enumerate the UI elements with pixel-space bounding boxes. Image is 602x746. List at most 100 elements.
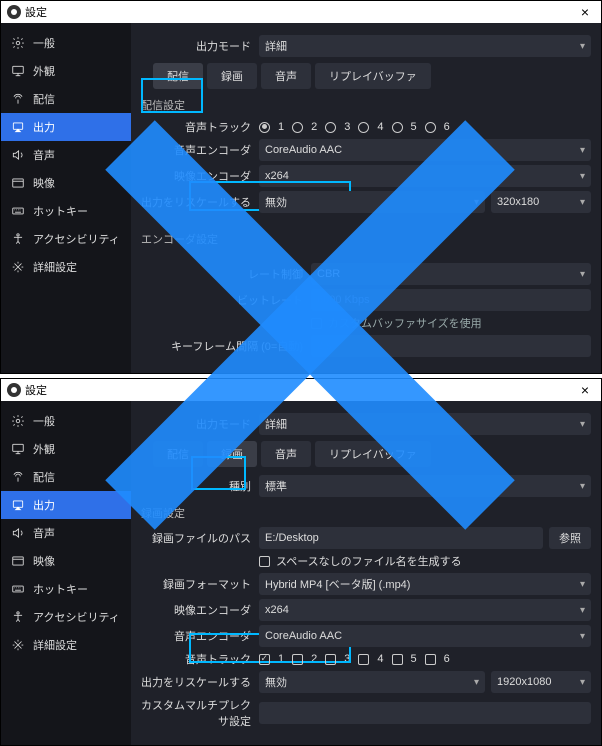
- sidebar-item-stream[interactable]: 配信: [1, 85, 131, 113]
- nospace-filename-check[interactable]: [259, 556, 270, 567]
- rescale-dim-select[interactable]: 1920x1080: [491, 671, 591, 693]
- track-check-5[interactable]: [392, 654, 403, 665]
- sidebar-item-label: 配信: [33, 91, 55, 107]
- track-check-4[interactable]: [358, 654, 369, 665]
- stream-settings-title: 配信設定: [141, 97, 591, 113]
- record-type-select[interactable]: 標準: [259, 475, 591, 497]
- output-mode-select[interactable]: 詳細: [259, 413, 591, 435]
- sidebar-item-audio[interactable]: 音声: [1, 141, 131, 169]
- track-radio-6[interactable]: [425, 122, 436, 133]
- track-check-2[interactable]: [292, 654, 303, 665]
- sidebar: 一般 外観 配信 出力 音声 映像 ホットキー アクセシビリティ 詳細設定: [1, 23, 131, 373]
- sidebar-item-appearance[interactable]: 外観: [1, 435, 131, 463]
- video-encoder-label: 映像エンコーダ: [141, 602, 259, 618]
- sidebar-item-accessibility[interactable]: アクセシビリティ: [1, 225, 131, 253]
- sidebar-item-general[interactable]: 一般: [1, 29, 131, 57]
- tools-icon: [11, 638, 25, 652]
- sidebar-item-hotkeys[interactable]: ホットキー: [1, 575, 131, 603]
- main-content: 出力モード 詳細 配信 録画 音声 リプレイバッファ 種別 標準 録画設定 録画…: [131, 401, 601, 745]
- main-content: 出力モード 詳細 配信 録画 音声 リプレイバッファ 配信設定 音声トラック 1…: [131, 23, 601, 373]
- titlebar: 設定 ×: [1, 1, 601, 23]
- record-path-label: 録画ファイルのパス: [141, 530, 259, 546]
- app-icon: [7, 5, 21, 19]
- video-icon: [11, 176, 25, 190]
- tab-audio[interactable]: 音声: [261, 63, 311, 89]
- gear-icon: [11, 414, 25, 428]
- track-check-3[interactable]: [325, 654, 336, 665]
- sidebar-item-accessibility[interactable]: アクセシビリティ: [1, 603, 131, 631]
- track-check-6[interactable]: [425, 654, 436, 665]
- keyframe-label: キーフレーム間隔 (0=自動): [141, 338, 311, 354]
- close-button[interactable]: ×: [575, 382, 595, 398]
- track-radio-5[interactable]: [392, 122, 403, 133]
- tab-record[interactable]: 録画: [207, 63, 257, 89]
- sidebar-item-output[interactable]: 出力: [1, 113, 131, 141]
- rescale-dim-select[interactable]: 320x180: [491, 191, 591, 213]
- sidebar-item-appearance[interactable]: 外観: [1, 57, 131, 85]
- antenna-icon: [11, 92, 25, 106]
- record-path-input[interactable]: E:/Desktop: [259, 527, 543, 549]
- output-mode-label: 出力モード: [141, 38, 259, 54]
- audio-track-radios: 1 2 3 4 5 6: [259, 121, 591, 133]
- sidebar-item-audio[interactable]: 音声: [1, 519, 131, 547]
- sidebar-item-video[interactable]: 映像: [1, 169, 131, 197]
- rescale-select[interactable]: 無効: [259, 671, 485, 693]
- audio-encoder-select[interactable]: CoreAudio AAC: [259, 139, 591, 161]
- record-format-select[interactable]: Hybrid MP4 [ベータ版] (.mp4): [259, 573, 591, 595]
- output-icon: [11, 120, 25, 134]
- rescale-label: 出力をリスケールする: [141, 674, 259, 690]
- window-title: 設定: [25, 382, 47, 398]
- tools-icon: [11, 260, 25, 274]
- sidebar: 一般 外観 配信 出力 音声 映像 ホットキー アクセシビリティ 詳細設定: [1, 401, 131, 745]
- sidebar-item-label: アクセシビリティ: [33, 231, 120, 247]
- custom-buffer-label: カスタムバッファサイズを使用: [328, 315, 482, 331]
- track-check-1[interactable]: [259, 654, 270, 665]
- track-radio-4[interactable]: [358, 122, 369, 133]
- track-radio-3[interactable]: [325, 122, 336, 133]
- rescale-select[interactable]: 無効: [259, 191, 485, 213]
- video-encoder-select[interactable]: x264: [259, 599, 591, 621]
- settings-window-bottom: 設定 × 一般 外観 配信 出力 音声 映像 ホットキー アクセシビリティ 詳細…: [0, 378, 602, 746]
- audio-track-label: 音声トラック: [141, 119, 259, 135]
- output-icon: [11, 498, 25, 512]
- record-format-label: 録画フォーマット: [141, 576, 259, 592]
- mux-label: カスタムマルチプレクサ設定: [141, 697, 259, 729]
- custom-buffer-check[interactable]: [311, 318, 322, 329]
- bitrate-input[interactable]: 6000 Kbps: [311, 289, 591, 311]
- antenna-icon: [11, 470, 25, 484]
- speaker-icon: [11, 526, 25, 540]
- tab-replay[interactable]: リプレイバッファ: [315, 441, 431, 467]
- nospace-filename-label: スペースなしのファイル名を生成する: [276, 553, 462, 569]
- sidebar-item-output[interactable]: 出力: [1, 491, 131, 519]
- track-radio-2[interactable]: [292, 122, 303, 133]
- sidebar-item-hotkeys[interactable]: ホットキー: [1, 197, 131, 225]
- mux-input[interactable]: [259, 702, 591, 724]
- accessibility-icon: [11, 232, 25, 246]
- encoder-settings-title: エンコーダ設定: [141, 231, 591, 247]
- gear-icon: [11, 36, 25, 50]
- sidebar-item-label: 一般: [33, 35, 55, 51]
- close-button[interactable]: ×: [575, 4, 595, 20]
- rate-control-select[interactable]: CBR: [311, 263, 591, 285]
- bitrate-label: ビットレート: [141, 292, 311, 308]
- tab-audio[interactable]: 音声: [261, 441, 311, 467]
- keyframe-input[interactable]: 2 s: [311, 335, 591, 357]
- titlebar: 設定 ×: [1, 379, 601, 401]
- sidebar-item-advanced[interactable]: 詳細設定: [1, 631, 131, 659]
- rate-control-label: レート制御: [141, 266, 311, 282]
- browse-button[interactable]: 参照: [549, 527, 591, 549]
- tab-replay[interactable]: リプレイバッファ: [315, 63, 431, 89]
- sidebar-item-stream[interactable]: 配信: [1, 463, 131, 491]
- window-title: 設定: [25, 4, 47, 20]
- sidebar-item-label: 詳細設定: [33, 259, 77, 275]
- audio-encoder-select[interactable]: CoreAudio AAC: [259, 625, 591, 647]
- sidebar-item-advanced[interactable]: 詳細設定: [1, 253, 131, 281]
- sidebar-item-video[interactable]: 映像: [1, 547, 131, 575]
- track-radio-1[interactable]: [259, 122, 270, 133]
- output-tabs: 配信 録画 音声 リプレイバッファ: [153, 63, 591, 89]
- audio-encoder-label: 音声エンコーダ: [141, 142, 259, 158]
- sidebar-item-label: 外観: [33, 63, 55, 79]
- sidebar-item-general[interactable]: 一般: [1, 407, 131, 435]
- monitor-icon: [11, 64, 25, 78]
- output-mode-select[interactable]: 詳細: [259, 35, 591, 57]
